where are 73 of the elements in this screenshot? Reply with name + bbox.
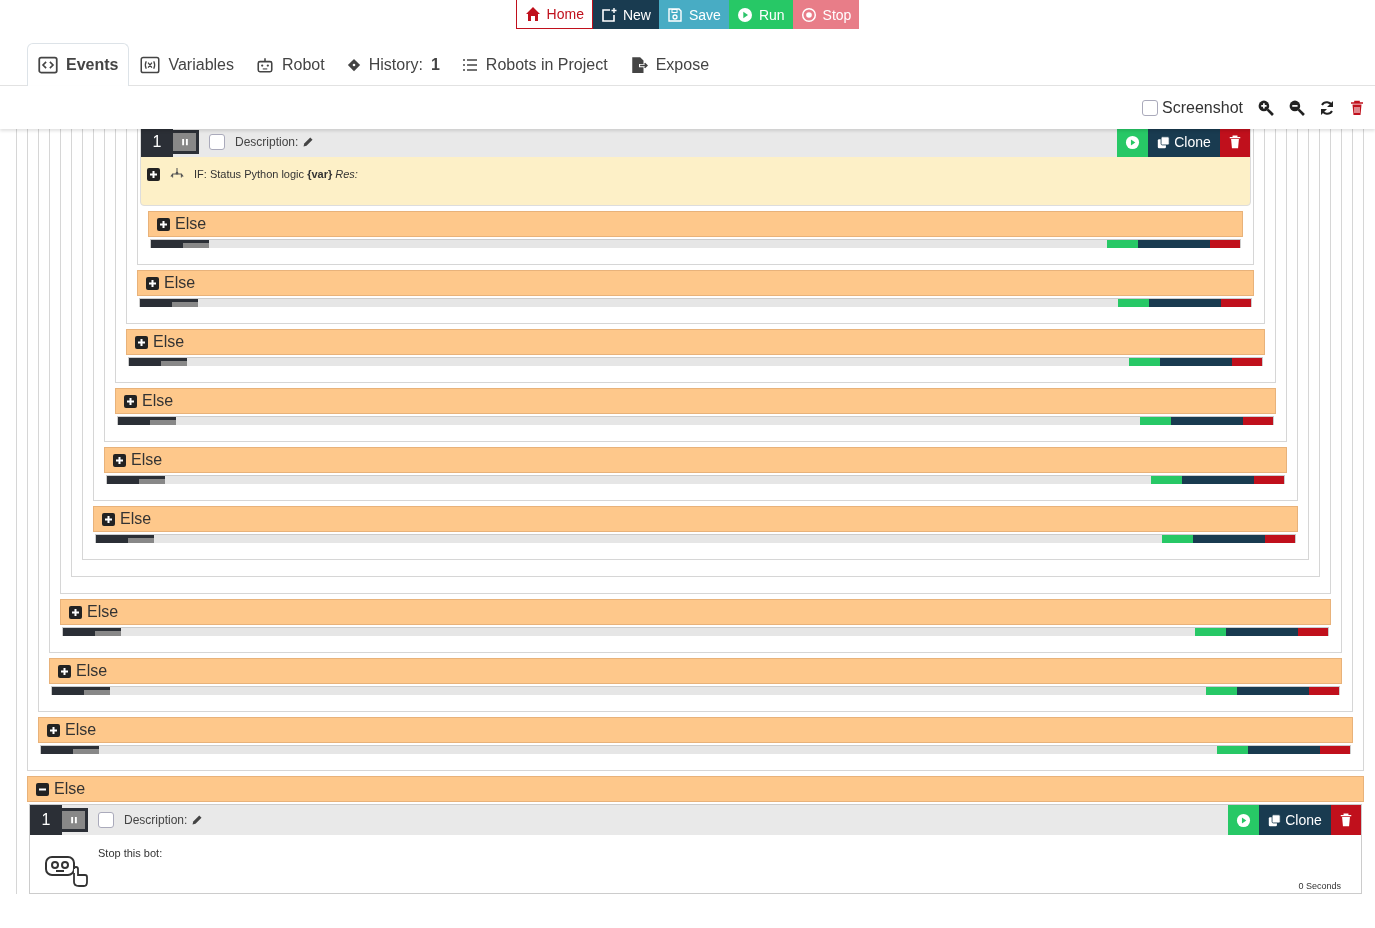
- duration-text: 0 Seconds: [1298, 881, 1341, 891]
- tab[interactable]: Robot: [245, 43, 336, 85]
- flow-icon: [170, 167, 184, 181]
- collapse-icon[interactable]: [36, 782, 49, 796]
- description-label: Description:: [124, 813, 188, 827]
- play-icon: [1236, 812, 1251, 828]
- expand-icon[interactable]: [135, 335, 148, 349]
- else-label: Else: [87, 603, 119, 621]
- event-number: 1: [141, 129, 173, 157]
- tab[interactable]: Robots in Project: [450, 43, 619, 85]
- tab[interactable]: Events: [27, 43, 130, 86]
- new-button[interactable]: New: [592, 0, 659, 29]
- trash-icon: [1339, 813, 1353, 827]
- expand-icon[interactable]: [102, 512, 115, 526]
- expand-icon[interactable]: [147, 167, 160, 181]
- tab[interactable]: Variables: [129, 43, 245, 85]
- pencil-icon: [191, 814, 204, 826]
- checkbox[interactable]: [209, 134, 225, 150]
- pause-button[interactable]: [62, 808, 88, 832]
- new-document-icon: [600, 6, 617, 23]
- play-icon: [736, 6, 753, 23]
- home-icon: [524, 6, 541, 22]
- else-label: Else: [164, 274, 196, 292]
- trash-icon: [1349, 99, 1365, 116]
- pause-button[interactable]: [173, 130, 199, 154]
- refresh-icon: [1319, 99, 1335, 116]
- file-export-icon: [629, 55, 648, 74]
- home-button[interactable]: Home: [515, 0, 593, 29]
- checkbox-label: Screenshot: [1162, 98, 1243, 117]
- expand-icon[interactable]: [146, 276, 159, 290]
- delete-button[interactable]: [1220, 129, 1250, 157]
- else-label: Else: [54, 780, 86, 798]
- expand-icon[interactable]: [69, 605, 82, 619]
- play-icon: [1125, 134, 1140, 150]
- expand-icon[interactable]: [124, 394, 137, 408]
- diamond-icon: [346, 57, 361, 72]
- copy-icon: [1268, 813, 1282, 827]
- else-label: Else: [153, 333, 185, 351]
- copy-icon: [1157, 135, 1171, 149]
- else-label: Else: [65, 721, 97, 739]
- clone-button[interactable]: Clone: [1148, 129, 1220, 157]
- run-button[interactable]: [1117, 129, 1148, 157]
- description-label: Description:: [235, 135, 299, 149]
- robot-icon: [256, 55, 274, 74]
- variable-icon: [140, 54, 161, 75]
- pencil-icon: [302, 136, 315, 148]
- expand-icon[interactable]: [58, 664, 71, 678]
- pause-icon: [179, 137, 190, 147]
- expand-icon[interactable]: [157, 217, 170, 231]
- else-label: Else: [142, 392, 174, 410]
- else-label: Else: [131, 451, 163, 469]
- else-label: Else: [120, 510, 152, 528]
- expand-icon[interactable]: [113, 453, 126, 467]
- condition-text: IF: Status Python logic {var} Res:: [194, 168, 358, 180]
- trash-icon: [1228, 135, 1242, 149]
- expand-icon[interactable]: [47, 723, 60, 737]
- tab[interactable]: History: 1: [335, 43, 451, 85]
- action-text: Stop this bot:: [98, 847, 163, 859]
- checkbox[interactable]: [98, 812, 114, 828]
- code-icon: [38, 55, 58, 75]
- zoom-out-icon: [1288, 99, 1305, 116]
- delete-button[interactable]: [1331, 805, 1361, 835]
- save-icon: [666, 6, 683, 23]
- clone-button[interactable]: Clone: [1259, 805, 1331, 835]
- pause-icon: [68, 815, 79, 825]
- event-number: 1: [30, 805, 62, 835]
- zoom-in-icon: [1257, 99, 1274, 116]
- else-label: Else: [76, 662, 108, 680]
- checkbox[interactable]: [1142, 99, 1159, 116]
- tab[interactable]: Expose: [618, 43, 721, 85]
- list-icon: [461, 56, 478, 73]
- stop-icon: [800, 6, 817, 23]
- else-label: Else: [175, 215, 207, 233]
